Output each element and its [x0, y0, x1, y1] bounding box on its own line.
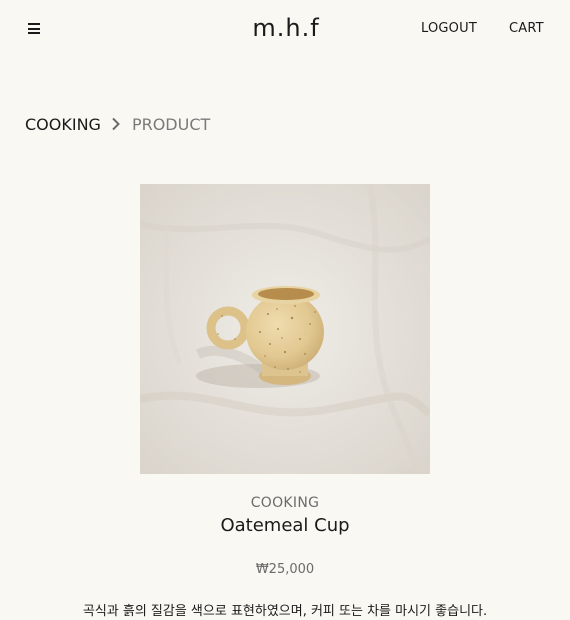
site-header: m.h.f LOGOUT CART — [0, 0, 570, 58]
cart-link[interactable]: CART — [509, 21, 544, 36]
breadcrumb: COOKING PRODUCT — [25, 113, 210, 135]
product-image[interactable] — [140, 184, 430, 474]
product-title: Oatemeal Cup — [220, 515, 350, 536]
chevron-right-icon — [112, 117, 120, 131]
product-price: ₩25,000 — [255, 562, 315, 577]
breadcrumb-current: PRODUCT — [131, 114, 211, 134]
product-photo-illustration — [140, 184, 430, 474]
site-logo[interactable]: m.h.f — [0, 14, 570, 42]
product-category: COOKING — [250, 495, 320, 511]
logout-link[interactable]: LOGOUT — [421, 21, 477, 36]
product-description: 곡식과 흙의 질감을 색으로 표현하였으며, 커피 또는 차를 마시기 좋습니다… — [82, 604, 488, 619]
breadcrumb-category-link[interactable]: COOKING — [25, 115, 101, 134]
